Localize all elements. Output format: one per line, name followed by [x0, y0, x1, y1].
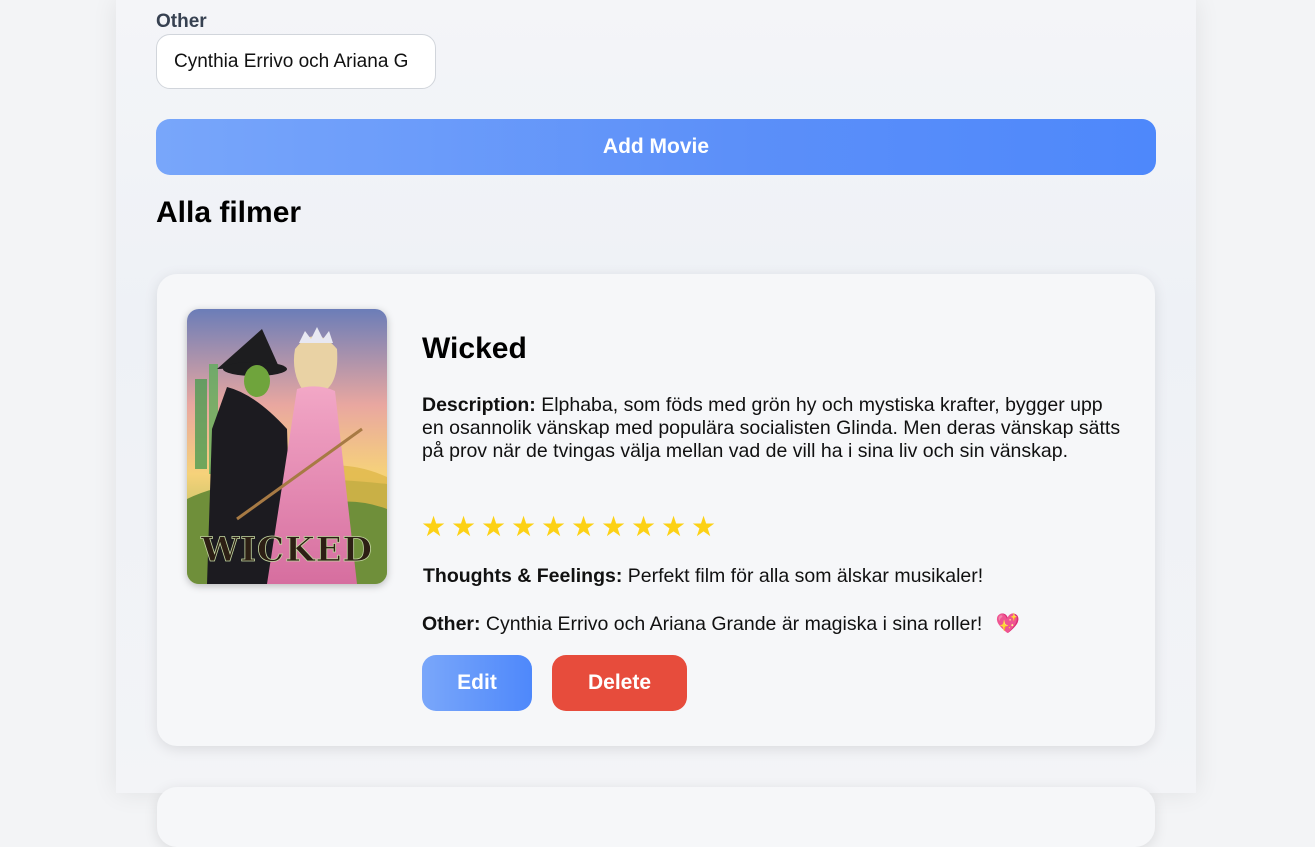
poster-image: WICKED [187, 309, 387, 584]
movie-description: Description: Elphaba, som föds med grön … [422, 394, 1127, 463]
star-icon: ★ [601, 511, 627, 542]
thoughts-label: Thoughts & Feelings: [423, 565, 623, 587]
add-movie-button[interactable]: Add Movie [156, 119, 1156, 175]
star-icon: ★ [481, 511, 507, 542]
poster-logo: WICKED [200, 530, 373, 570]
star-icon: ★ [661, 511, 687, 542]
star-icon: ★ [541, 511, 567, 542]
star-icon: ★ [571, 511, 597, 542]
star-icon: ★ [421, 511, 447, 542]
star-icon: ★ [511, 511, 537, 542]
rating-stars: ★ ★ ★ ★ ★ ★ ★ ★ ★ ★ [421, 510, 721, 543]
other-label: Other: [422, 613, 481, 635]
other-input[interactable] [156, 34, 436, 89]
other-text: Cynthia Errivo och Ariana Grande är magi… [485, 613, 983, 635]
movie-title: Wicked [422, 332, 527, 365]
page-container: Other Add Movie Alla filmer [116, 0, 1196, 847]
delete-button[interactable]: Delete [552, 655, 687, 711]
thoughts-text: Perfekt film för alla som älskar musikal… [627, 565, 984, 587]
movie-card [157, 787, 1155, 847]
other-field-label: Other [156, 11, 207, 32]
star-icon: ★ [451, 511, 477, 542]
section-title: Alla filmer [156, 196, 302, 229]
movie-card: WICKED Wicked Description: Elphaba, som … [157, 274, 1155, 746]
description-label: Description: [422, 394, 536, 416]
movie-thoughts: Thoughts & Feelings: Perfekt film för al… [423, 565, 983, 588]
edit-button[interactable]: Edit [422, 655, 532, 711]
movie-poster: WICKED [187, 309, 387, 584]
movie-other: Other: Cynthia Errivo och Ariana Grande … [422, 612, 1020, 636]
star-icon: ★ [691, 511, 717, 542]
heart-icon: 💖 [995, 613, 1021, 635]
star-icon: ★ [631, 511, 657, 542]
